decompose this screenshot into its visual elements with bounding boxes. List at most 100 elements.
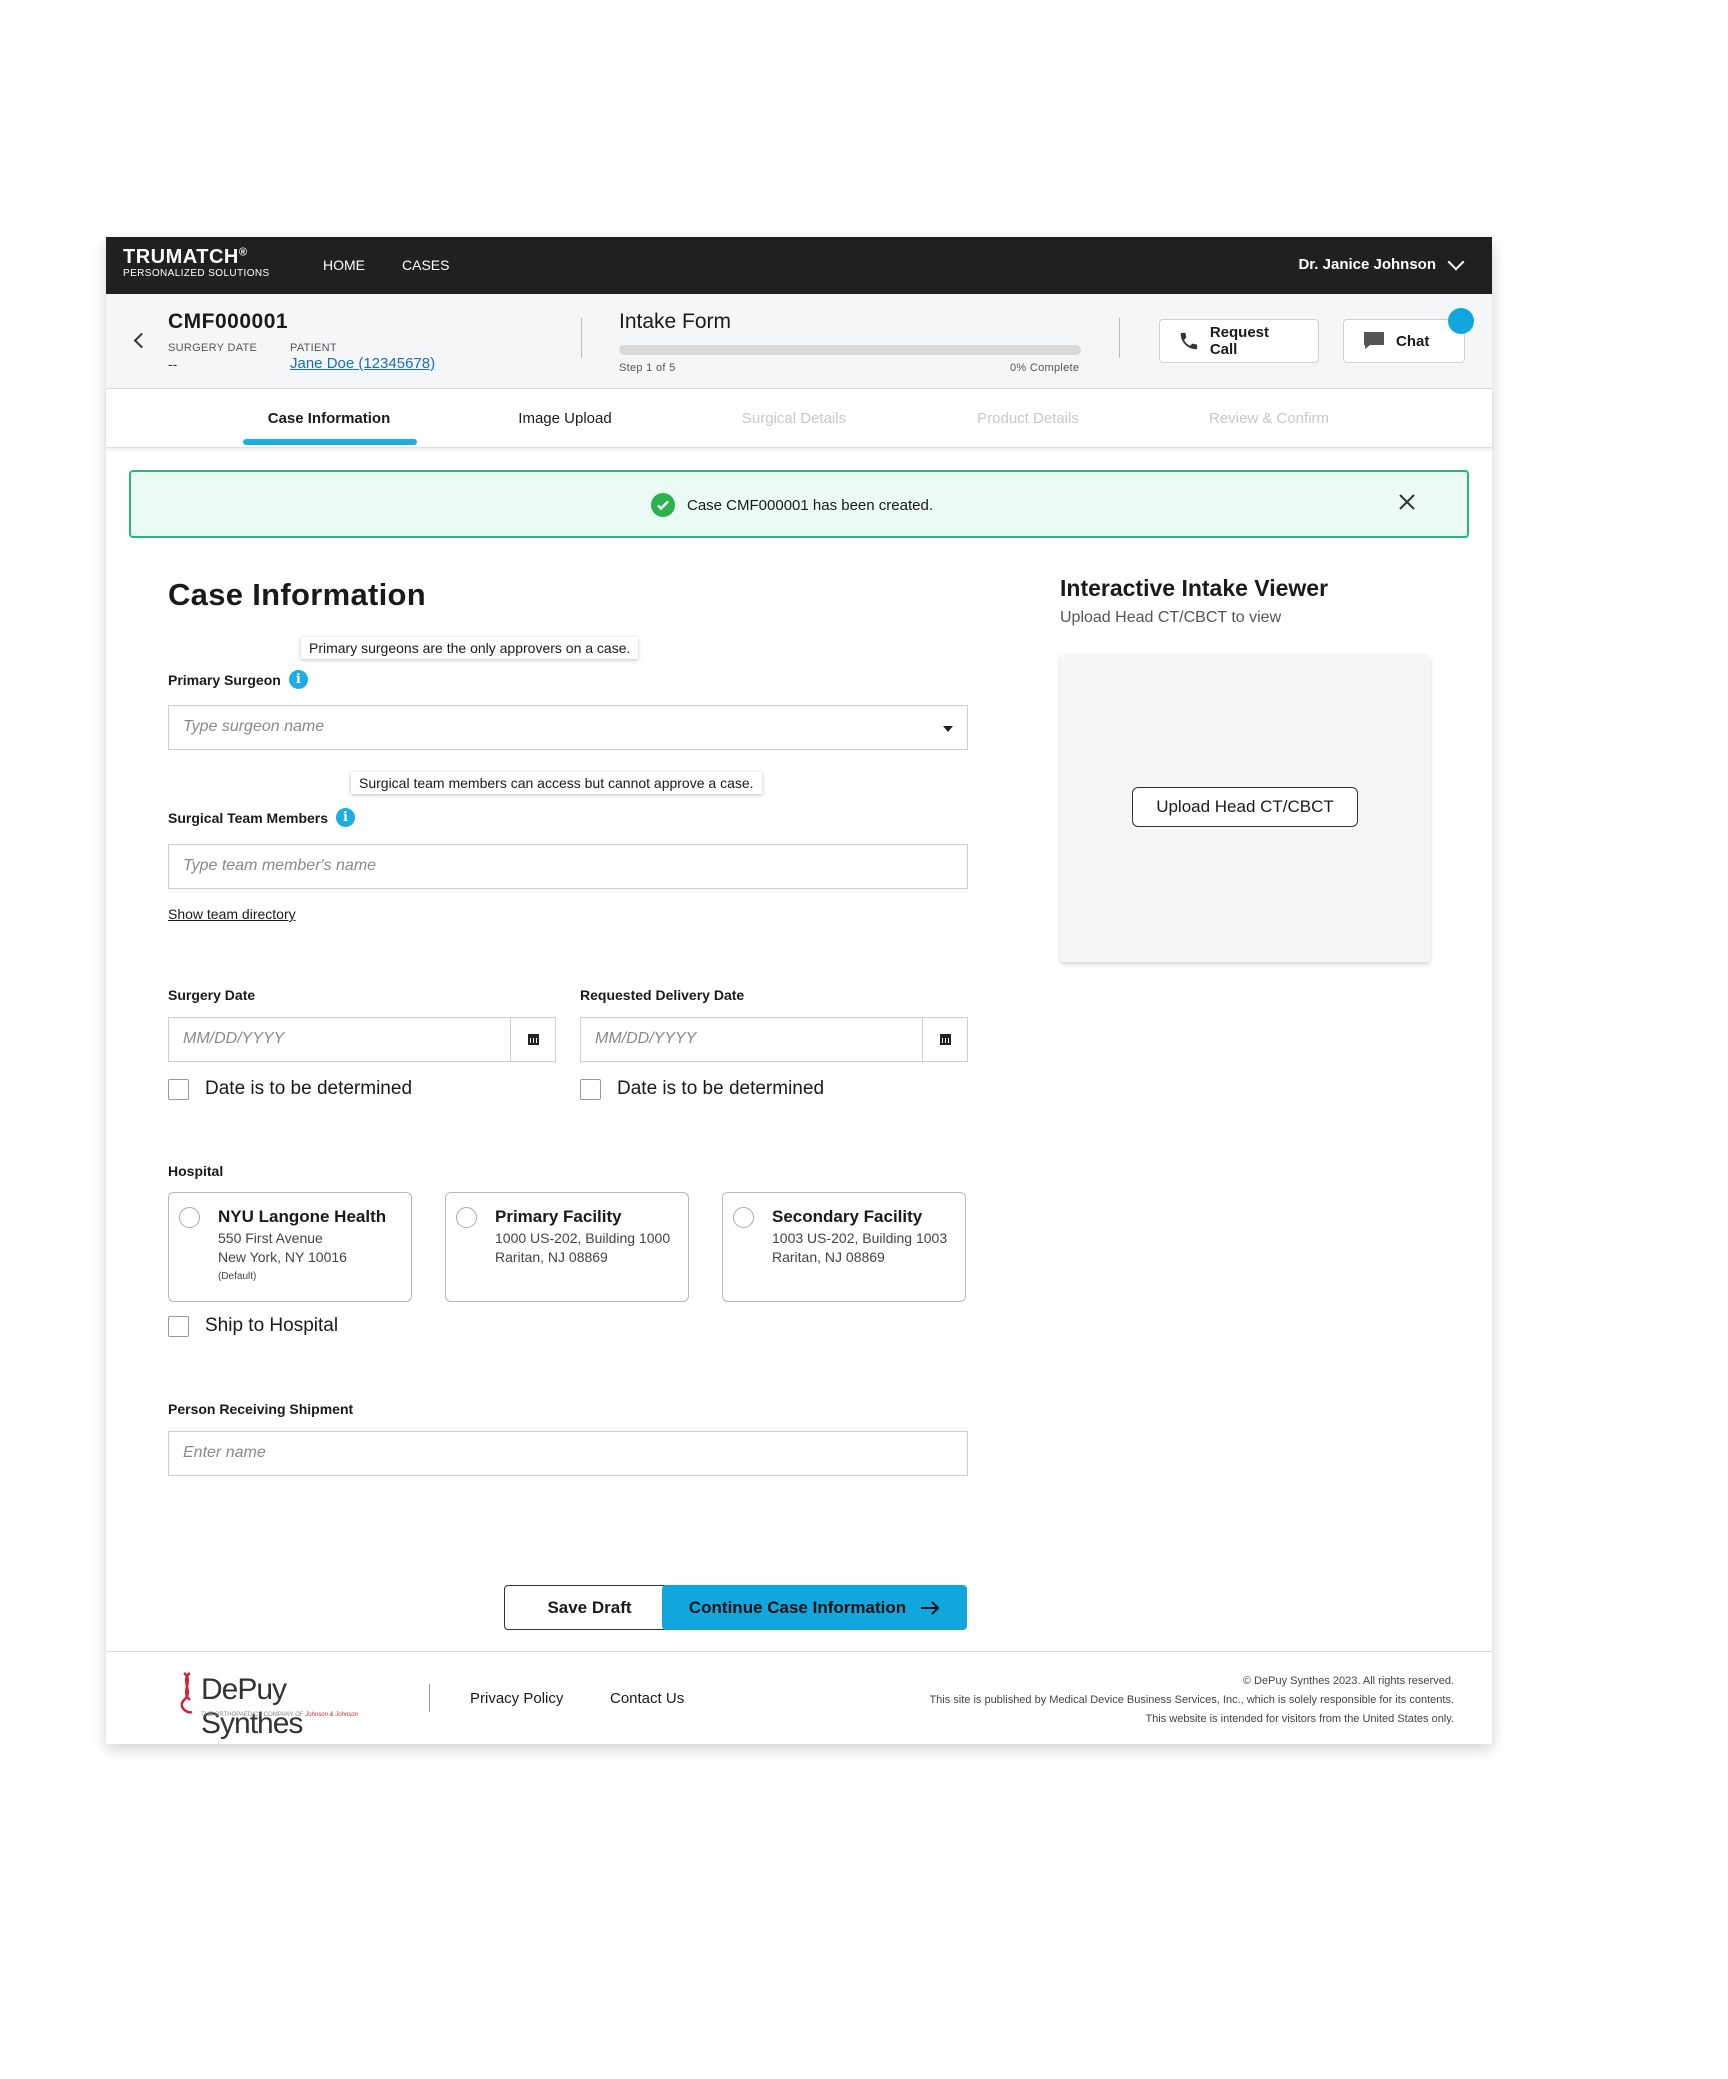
step-tabs: Case Information Image Upload Surgical D… [106,389,1492,448]
nav-link-home[interactable]: HOME [323,257,365,273]
calendar-icon [939,1034,951,1045]
brand-subtitle: PERSONALIZED SOLUTIONS [123,268,270,279]
hospital-label: Hospital [168,1163,224,1179]
chat-label: Chat [1396,332,1430,350]
hospital-address-line2: Raritan, NJ 08869 [495,1249,608,1265]
copyright: © DePuy Synthes 2023. All rights reserve… [1242,1675,1454,1687]
surgery-date-placeholder: MM/DD/YYYY [183,1030,285,1047]
case-id: CMF000001 [168,310,289,333]
patient-label: PATIENT [290,342,337,354]
arrow-right-icon [921,1600,940,1615]
surgery-date-input[interactable]: MM/DD/YYYY [168,1017,556,1062]
close-icon[interactable] [1395,490,1419,514]
viewer-subtitle: Upload Head CT/CBCT to view [1060,609,1282,626]
brand-name: TRUMATCH [123,246,239,268]
show-team-directory-link[interactable]: Show team directory [168,906,296,922]
intake-progress-bar [619,345,1081,355]
footer-brand-name: DePuy Synthes [201,1673,303,1740]
hospital-option-secondary-facility[interactable]: Secondary Facility 1003 US-202, Building… [722,1192,966,1302]
chevron-down-icon [1447,253,1465,270]
viewer-title: Interactive Intake Viewer [1060,575,1329,601]
ship-to-hospital-checkbox[interactable] [168,1315,189,1337]
ship-to-hospital-label: Ship to Hospital [205,1315,339,1336]
hospital-option-primary-facility[interactable]: Primary Facility 1000 US-202, Building 1… [445,1192,689,1302]
calendar-icon [527,1034,539,1045]
info-icon[interactable]: i [336,808,356,827]
team-members-input[interactable]: Type team member's name [168,844,968,889]
receiver-input[interactable]: Enter name [168,1431,968,1476]
header-divider [1119,318,1120,358]
hospital-radio[interactable] [733,1207,754,1228]
hospital-address: 1000 US-202, Building 1000 Raritan, NJ 0… [495,1229,680,1267]
request-call-button[interactable]: Request Call [1159,319,1319,363]
primary-surgeon-label-text: Primary Surgeon [168,671,281,688]
surgery-date-value: -- [168,356,178,372]
intake-viewer-panel: Upload Head CT/CBCT [1060,655,1430,962]
team-members-label: Surgical Team Members i [168,808,356,827]
back-arrow-icon[interactable] [133,332,150,349]
phone-icon [1180,332,1198,350]
surgery-date-field-label: Surgery Date [168,987,256,1003]
hospital-radio[interactable] [179,1207,200,1228]
hospital-address-line2: New York, NY 10016 [218,1249,347,1265]
hospital-address: 1003 US-202, Building 1003 Raritan, NJ 0… [772,1229,957,1267]
receiver-placeholder: Enter name [183,1444,266,1461]
calendar-button[interactable] [510,1018,555,1061]
team-tooltip: Surgical team members can access but can… [351,772,762,794]
app-window: TRUMATCH® PERSONALIZED SOLUTIONS HOME CA… [106,237,1492,1744]
hospital-name: Primary Facility [495,1207,622,1226]
delivery-date-input[interactable]: MM/DD/YYYY [580,1017,968,1062]
footer-legal: © DePuy Synthes 2023. All rights reserve… [929,1672,1454,1729]
info-icon[interactable]: i [288,670,308,689]
team-members-label-text: Surgical Team Members [168,809,329,826]
upload-ct-button[interactable]: Upload Head CT/CBCT [1132,787,1358,827]
nav-link-cases[interactable]: CASES [402,257,449,273]
primary-surgeon-label: Primary Surgeon i [168,670,308,689]
privacy-policy-link[interactable]: Privacy Policy [470,1690,563,1707]
footer-divider [429,1684,430,1712]
save-draft-button[interactable]: Save Draft [504,1585,675,1630]
step-indicator: Step 1 of 5 [619,362,676,374]
tab-image-upload[interactable]: Image Upload [518,410,611,427]
calendar-button[interactable] [922,1018,967,1061]
brand-parent: Johnson & Johnson [305,1712,358,1718]
receiver-label: Person Receiving Shipment [168,1401,354,1417]
contact-us-link[interactable]: Contact Us [610,1690,684,1707]
hospital-address-line1: 1003 US-202, Building 1003 [772,1230,948,1246]
delivery-date-tbd[interactable]: Date is to be determined [580,1078,824,1100]
delivery-date-tbd-checkbox[interactable] [580,1078,601,1100]
surgery-date-tbd[interactable]: Date is to be determined [168,1078,412,1100]
user-menu[interactable]: Dr. Janice Johnson [1298,253,1465,273]
trumatch-logo[interactable]: TRUMATCH® PERSONALIZED SOLUTIONS [123,246,270,279]
hospital-radio[interactable] [456,1207,477,1228]
user-name: Dr. Janice Johnson [1298,256,1436,273]
audience-note: This website is intended for visitors fr… [1145,1713,1454,1725]
delivery-date-tbd-label: Date is to be determined [617,1078,825,1099]
chat-icon [1364,332,1384,349]
brand-mark: ® [238,246,248,259]
patient-link[interactable]: Jane Doe (12345678) [290,355,435,372]
hospital-option-nyu[interactable]: NYU Langone Health 550 First Avenue New … [168,1192,412,1302]
tab-case-information[interactable]: Case Information [268,410,391,427]
footer-brand-tagline: THE ORTHOPAEDICS COMPANY OF Johnson & Jo… [201,1712,358,1718]
surgery-date-tbd-checkbox[interactable] [168,1078,189,1100]
chat-button[interactable]: Chat [1343,319,1465,363]
ship-to-hospital[interactable]: Ship to Hospital [168,1315,338,1337]
depuy-synthes-logo[interactable]: DePuy Synthes THE ORTHOPAEDICS COMPANY O… [176,1670,376,1740]
primary-surgeon-placeholder: Type surgeon name [183,718,325,735]
depuy-synthes-mark-icon [180,1671,193,1714]
hospital-address-line1: 550 First Avenue [218,1230,323,1246]
publisher-note: This site is published by Medical Device… [929,1694,1454,1706]
footer: DePuy Synthes THE ORTHOPAEDICS COMPANY O… [106,1651,1492,1744]
primary-surgeon-select[interactable]: Type surgeon name [168,705,968,750]
hospital-default-note: (Default) [218,1271,257,1282]
tab-surgical-details: Surgical Details [741,410,847,427]
hospital-name: Secondary Facility [772,1207,923,1226]
primary-surgeon-tooltip: Primary surgeons are the only approvers … [301,637,639,659]
continue-label: Continue Case Information [688,1597,907,1617]
continue-button[interactable]: Continue Case Information [662,1585,967,1630]
percent-complete: 0% Complete [1010,362,1080,374]
intake-form-title: Intake Form [619,310,732,333]
brand-tag-text: THE ORTHOPAEDICS COMPANY OF [201,1712,304,1718]
tab-product-details: Product Details [977,410,1079,427]
